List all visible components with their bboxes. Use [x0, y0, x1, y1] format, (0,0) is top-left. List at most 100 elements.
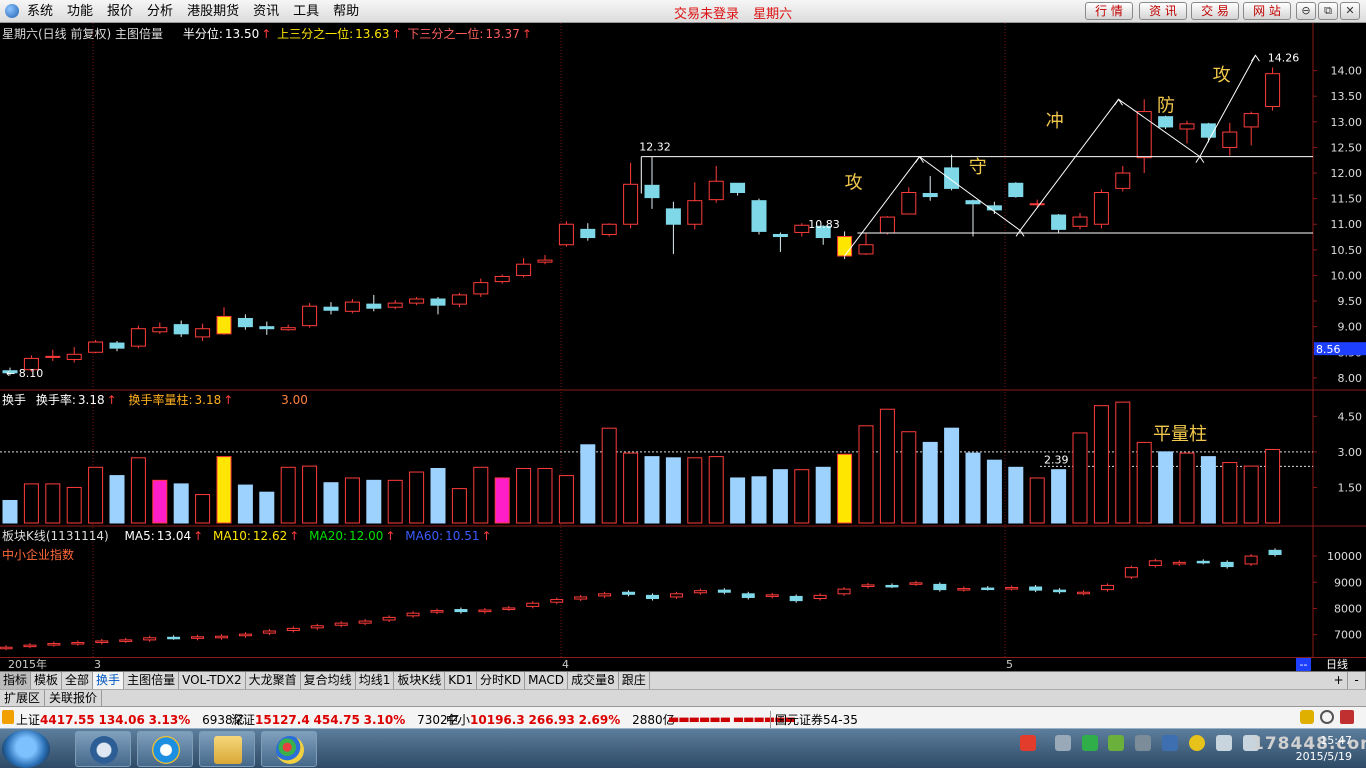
arrow-head-icon	[1195, 155, 1205, 163]
index-candle	[286, 627, 300, 631]
taskbar-app-explorer[interactable]	[199, 731, 255, 767]
ticker-sh-value: 4417.55	[40, 713, 95, 727]
menu-function[interactable]: 功能	[60, 3, 100, 20]
lock-icon[interactable]	[1300, 710, 1314, 724]
tab-dalong[interactable]: 大龙聚首	[246, 672, 301, 689]
tab-turnover[interactable]: 换手	[93, 672, 125, 689]
chart-area[interactable]: 14.00 13.50 13.00 12.50 12.00 11.50 11.00 10.50…	[0, 23, 1366, 657]
price-tick-label: 13.50	[1331, 90, 1363, 103]
price-candle	[409, 298, 425, 304]
price-tick-label: 8.00	[1338, 372, 1363, 385]
tab-all[interactable]: 全部	[62, 672, 94, 689]
main-panel-legend: 星期六(日线 前复权) 主图倍量 半分位: 13.50 ↑ 上三分之一位: 13.63…	[2, 25, 534, 42]
stock-app-icon	[90, 736, 118, 764]
tray-bluetooth-icon[interactable]	[1162, 735, 1179, 751]
index-candle	[310, 625, 324, 629]
index-candle	[1053, 589, 1067, 593]
price-candle	[665, 208, 681, 225]
turnover-bar	[259, 491, 275, 524]
tab-macd[interactable]: MACD	[525, 672, 569, 689]
ticker-sme[interactable]: 中小10196.3 266.93 2.69% 2880亿	[446, 711, 675, 728]
quote-button[interactable]: 行 情	[1085, 2, 1133, 20]
price-candle	[1115, 172, 1131, 189]
menu-news[interactable]: 资讯	[246, 3, 286, 20]
nav-plus-button[interactable]: +	[1330, 672, 1348, 689]
start-button-icon[interactable]	[2, 730, 50, 768]
tab-related-quotes[interactable]: 关联报价	[45, 690, 103, 706]
menu-help[interactable]: 帮助	[326, 3, 366, 20]
tab-main-double-volume[interactable]: 主图倍量	[124, 672, 180, 689]
settings-icon[interactable]	[1320, 710, 1334, 724]
price-candle	[195, 328, 211, 338]
tray-user-icon[interactable]	[1054, 735, 1071, 751]
tray-app-icon[interactable]	[1020, 735, 1036, 751]
news-button[interactable]: 资 讯	[1139, 2, 1187, 20]
alert-icon[interactable]	[1340, 710, 1354, 724]
price-candle	[751, 200, 767, 232]
taskbar-app-ie[interactable]	[137, 731, 193, 767]
turnover-bar	[516, 467, 532, 524]
restore-icon[interactable]: ⧉	[1318, 2, 1338, 20]
tab-ma1[interactable]: 均线1	[356, 672, 395, 689]
taskbar-app-stock[interactable]	[75, 731, 131, 767]
website-button[interactable]: 网 站	[1243, 2, 1291, 20]
ticker-sz[interactable]: 深证15127.4 454.75 3.10% 7302亿	[231, 711, 460, 728]
taskbar-app-paint[interactable]	[261, 731, 317, 767]
turnover-bar	[558, 475, 574, 524]
price-candle	[537, 259, 553, 263]
price-candle	[944, 167, 960, 189]
turnover-bar	[2, 499, 18, 524]
tab-volume8[interactable]: 成交量8	[568, 672, 619, 689]
index-candle	[119, 639, 133, 642]
tray-security-icon[interactable]	[1188, 735, 1205, 751]
legend-lower-third-label: 下三分之一位:	[407, 27, 484, 41]
turnover-bar	[1029, 477, 1045, 524]
close-icon[interactable]: ✕	[1340, 2, 1360, 20]
index-candle	[1148, 560, 1162, 567]
menu-quote[interactable]: 报价	[100, 3, 140, 20]
taskbar-clock[interactable]: 15:47 2015/5/19	[1288, 733, 1352, 765]
turnover-bar	[66, 486, 82, 524]
tray-sync-icon[interactable]	[1135, 735, 1152, 751]
tab-template[interactable]: 模板	[31, 672, 63, 689]
menu-tools[interactable]: 工具	[286, 3, 326, 20]
clock-time: 15:47	[1320, 734, 1352, 747]
turnover-bar	[280, 466, 296, 524]
tray-network-icon[interactable]	[1215, 735, 1232, 751]
nav-minus-button[interactable]: -	[1348, 672, 1366, 689]
price-candle	[858, 244, 874, 255]
up-arrow-icon: ↑	[193, 529, 204, 543]
tab-extension-area[interactable]: 扩展区	[0, 690, 46, 706]
menu-analysis[interactable]: 分析	[140, 3, 180, 20]
scroll-end-marker[interactable]: --	[1296, 658, 1311, 671]
trade-login-status[interactable]: 交易未登录	[674, 7, 739, 22]
turnover-bar	[794, 469, 810, 524]
tab-vol-tdx2[interactable]: VOL-TDX2	[179, 672, 246, 689]
price-candle	[1093, 191, 1109, 225]
price-tick-label: 14.00	[1331, 65, 1363, 78]
index-candle	[167, 636, 181, 640]
tab-indicator[interactable]: 指标	[0, 672, 32, 689]
minimize-icon[interactable]: ⊖	[1296, 2, 1316, 20]
index-candle	[693, 590, 707, 594]
tab-follow[interactable]: 跟庄	[619, 672, 650, 689]
period-label[interactable]: 日线	[1326, 658, 1348, 671]
ticker-sme-pct: 2.69%	[578, 713, 621, 727]
turnover-bar	[109, 475, 125, 524]
turnover-bar	[1265, 449, 1281, 524]
menu-system[interactable]: 系统	[27, 3, 60, 20]
tray-nvidia-icon[interactable]	[1108, 735, 1125, 751]
tab-intraday-kd[interactable]: 分时KD	[477, 672, 526, 689]
ticker-sme-name: 中小	[446, 713, 471, 727]
ticker-sh[interactable]: 上证4417.55 134.06 3.13% 6938亿	[16, 711, 245, 728]
tray-shield-icon[interactable]	[1081, 735, 1098, 751]
index-candle	[909, 582, 923, 585]
menu-hk-futures[interactable]: 港股期货	[180, 3, 246, 20]
tab-composite-ma[interactable]: 复合均线	[301, 672, 356, 689]
trade-button[interactable]: 交 易	[1191, 2, 1239, 20]
tab-kd1[interactable]: KD1	[445, 672, 477, 689]
chart-canvas[interactable]: 14.00 13.50 13.00 12.50 12.00 11.50 11.00 10.50…	[0, 23, 1366, 657]
tab-sector-kline[interactable]: 板块K线	[394, 672, 446, 689]
price-candle	[772, 233, 788, 238]
index-candle	[71, 642, 85, 645]
